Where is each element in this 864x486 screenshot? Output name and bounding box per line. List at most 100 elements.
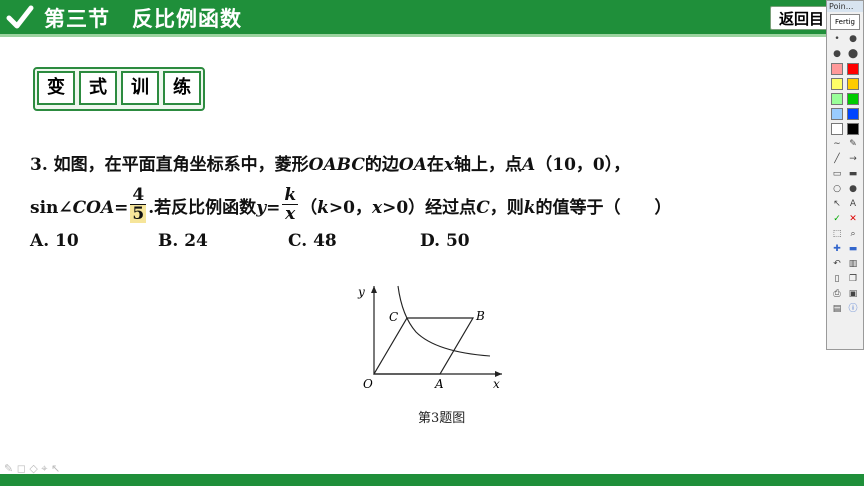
- toolbar-row: [829, 123, 861, 135]
- new-page-icon[interactable]: ▯: [831, 273, 843, 285]
- filled-ellipse-icon[interactable]: ●: [847, 183, 859, 195]
- dot-small-icon[interactable]: •: [831, 33, 843, 45]
- math-var: k: [317, 198, 329, 218]
- question-text: 的值等于（ ）: [535, 198, 672, 218]
- fraction-denominator: 5: [130, 204, 147, 224]
- color-swatch[interactable]: [847, 123, 859, 135]
- question-number: 3.: [30, 155, 48, 175]
- pointer-toolbar: Poin... Fertig • ● ● ⬤ ∼ ✎ ╱ → ▭ ▬ ○ ● ↖ A ✓ ✕ ⬚…: [826, 0, 864, 350]
- label-b: B: [475, 309, 485, 323]
- print-icon[interactable]: ⎙: [831, 288, 843, 300]
- toolbar-row: ↶ ▥: [829, 258, 861, 270]
- color-swatch[interactable]: [831, 123, 843, 135]
- toolbar-row: ↖ A: [829, 198, 861, 210]
- save-icon[interactable]: ▣: [847, 288, 859, 300]
- zoom-out-icon[interactable]: ▬: [847, 243, 859, 255]
- zoom-in-icon[interactable]: ✚: [831, 243, 843, 255]
- toolbar-row: ✚ ▬: [829, 243, 861, 255]
- label-o: O: [363, 377, 373, 391]
- toolbar-row: ▭ ▬: [829, 168, 861, 180]
- info-icon[interactable]: ⓘ: [847, 303, 859, 315]
- question-text: 在: [426, 155, 444, 175]
- ellipse-icon[interactable]: ○: [831, 183, 843, 195]
- pointer-icon[interactable]: ↖: [831, 198, 843, 210]
- color-swatch[interactable]: [831, 93, 843, 105]
- arrow-icon[interactable]: →: [847, 153, 859, 165]
- rectangle-icon[interactable]: ▭: [831, 168, 843, 180]
- toolbar-row: ╱ →: [829, 153, 861, 165]
- text-icon[interactable]: A: [847, 198, 859, 210]
- delete-icon[interactable]: ✕: [847, 213, 859, 225]
- color-swatch[interactable]: [847, 108, 859, 120]
- dot-medium-icon[interactable]: ●: [847, 33, 859, 45]
- color-swatch[interactable]: [847, 93, 859, 105]
- toolbar-row: ▯ ❐: [829, 273, 861, 285]
- toolbar-row: ⬚ ⌕: [829, 228, 861, 240]
- color-swatch[interactable]: [831, 108, 843, 120]
- question-text: 如图，在平面直角坐标系中，菱形: [53, 155, 309, 175]
- trash-icon[interactable]: ▥: [847, 258, 859, 270]
- option-c[interactable]: C. 48: [288, 231, 337, 251]
- section-title: 反比例函数: [132, 7, 242, 31]
- question-text: （10，0），: [535, 155, 631, 175]
- badge-char: 练: [163, 71, 201, 105]
- label-c: C: [389, 310, 398, 324]
- fraction-denominator: x: [285, 204, 296, 224]
- select-icon[interactable]: ⬚: [831, 228, 843, 240]
- freehand-icon[interactable]: ∼: [831, 138, 843, 150]
- dot-xlarge-icon[interactable]: ⬤: [847, 48, 859, 60]
- fraction-numerator: k: [282, 185, 299, 205]
- math-var: x: [443, 155, 455, 175]
- color-swatch[interactable]: [847, 63, 859, 75]
- y-axis-arrow: [371, 286, 377, 293]
- badge-char: 变: [37, 71, 75, 105]
- option-d[interactable]: D. 50: [420, 231, 470, 251]
- pen-icon[interactable]: ✎: [847, 138, 859, 150]
- rhombus-oabc: [372, 317, 475, 375]
- label-a: A: [434, 377, 444, 391]
- toolbar-row: • ●: [829, 33, 861, 45]
- rhombus-figure: y x O A B C: [357, 285, 502, 391]
- toolbar-row: ○ ●: [829, 183, 861, 195]
- math-var: C: [476, 198, 490, 218]
- checkmark-icon: [6, 5, 34, 29]
- toolbar-row: ● ⬤: [829, 48, 861, 60]
- confirm-icon[interactable]: ✓: [831, 213, 843, 225]
- question-text: 的边: [364, 155, 399, 175]
- question-text: 轴上，点: [454, 155, 523, 175]
- color-swatch[interactable]: [847, 78, 859, 90]
- toolbar-row: [829, 93, 861, 105]
- badge-char: 训: [121, 71, 159, 105]
- toolbar-row: [829, 63, 861, 75]
- color-swatch[interactable]: [831, 63, 843, 75]
- question-text: ，则: [489, 198, 524, 218]
- toolbar-row: [829, 108, 861, 120]
- copy-icon[interactable]: ❐: [847, 273, 859, 285]
- screen-icon[interactable]: ▤: [831, 303, 843, 315]
- filled-rectangle-icon[interactable]: ▬: [847, 168, 859, 180]
- math-var: k: [523, 198, 536, 218]
- question-line-1: 3. 如图，在平面直角坐标系中，菱形OABC的边OA在x轴上，点A（10，0），: [30, 150, 630, 175]
- undo-icon[interactable]: ↶: [831, 258, 843, 270]
- color-swatch[interactable]: [831, 78, 843, 90]
- done-button[interactable]: Fertig: [830, 14, 860, 30]
- toolbar-row: ▤ ⓘ: [829, 303, 861, 315]
- math-var: OABC: [308, 155, 365, 175]
- option-b[interactable]: B. 24: [158, 231, 208, 251]
- question-text: >0）经过点: [382, 198, 477, 218]
- math-eq: =: [266, 198, 281, 218]
- label-y: y: [357, 285, 365, 299]
- line-icon[interactable]: ╱: [831, 153, 843, 165]
- math-var: y: [256, 198, 267, 218]
- question-text: （: [300, 198, 318, 218]
- label-x: x: [493, 377, 500, 391]
- math-var: x: [371, 198, 383, 218]
- toolbar-row: ✓ ✕: [829, 213, 861, 225]
- zoom-icon[interactable]: ⌕: [847, 228, 859, 240]
- fraction-four-fifths: 45: [130, 186, 147, 224]
- back-button[interactable]: 返回目: [770, 6, 830, 30]
- figure-caption: 第3题图: [418, 411, 466, 426]
- option-a[interactable]: A. 10: [30, 231, 79, 251]
- chapter-label: 第三节: [44, 7, 110, 31]
- dot-large-icon[interactable]: ●: [831, 48, 843, 60]
